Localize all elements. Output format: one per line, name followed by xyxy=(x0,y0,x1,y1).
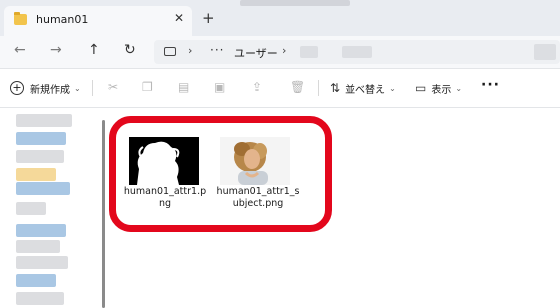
new-button[interactable]: + 新規作成 ⌄ xyxy=(10,80,81,96)
sidebar-item[interactable] xyxy=(16,274,56,287)
file-name: human01_attr1.p ng xyxy=(123,186,207,210)
back-icon[interactable]: ← xyxy=(14,42,26,58)
sidebar-item[interactable] xyxy=(16,132,66,145)
chevron-down-icon: ⌄ xyxy=(389,83,396,93)
address-bar[interactable]: › ··· ユーザー › xyxy=(154,40,560,64)
file-name: human01_attr1_s ubject.png xyxy=(216,186,300,210)
close-tab-icon[interactable]: ✕ xyxy=(174,11,184,25)
sidebar-item[interactable] xyxy=(16,114,72,127)
sidebar-item[interactable] xyxy=(16,240,60,253)
file-name-line: human01_attr1.p xyxy=(123,186,207,197)
sidebar-item[interactable] xyxy=(16,182,70,195)
tab-strip: human01 ✕ + xyxy=(0,0,560,36)
sidebar-item[interactable] xyxy=(16,256,68,269)
file-name-line: ubject.png xyxy=(232,198,284,209)
chevron-right-icon[interactable]: › xyxy=(188,44,192,57)
view-label: 表示 xyxy=(431,84,452,96)
sidebar-item[interactable] xyxy=(16,292,64,305)
sidebar-item[interactable] xyxy=(16,168,56,181)
chevron-down-icon: ⌄ xyxy=(74,83,81,93)
sidebar-scrollbar[interactable] xyxy=(102,120,105,308)
rename-icon[interactable]: ▣ xyxy=(214,80,225,94)
new-button-label: 新規作成 xyxy=(30,84,70,96)
separator xyxy=(92,80,93,96)
plus-icon: + xyxy=(10,81,24,95)
tab-human01[interactable]: human01 ✕ xyxy=(4,6,192,36)
view-icon: ▭ xyxy=(415,81,427,95)
file-name-line: human01_attr1_s xyxy=(216,186,300,197)
breadcrumb-user[interactable]: ユーザー xyxy=(234,45,278,61)
sort-button[interactable]: ⇅ 並べ替え ⌄ xyxy=(330,80,396,96)
sidebar-item[interactable] xyxy=(16,224,66,237)
separator xyxy=(318,80,319,96)
blurred-path xyxy=(534,44,556,60)
paste-icon[interactable]: ▤ xyxy=(178,80,189,94)
sidebar-item[interactable] xyxy=(16,202,46,215)
blurred-area xyxy=(240,0,350,6)
file-thumbnail xyxy=(129,137,199,185)
cut-icon[interactable]: ✂ xyxy=(108,80,118,94)
more-options-icon[interactable]: ··· xyxy=(481,77,500,93)
view-button[interactable]: ▭ 表示 ⌄ xyxy=(415,80,462,96)
computer-icon xyxy=(164,47,176,56)
refresh-icon[interactable]: ↻ xyxy=(124,42,136,58)
folder-icon xyxy=(14,12,27,25)
tab-title: human01 xyxy=(36,13,89,26)
sidebar-item[interactable] xyxy=(16,150,64,163)
sort-label: 並べ替え xyxy=(345,84,386,96)
file-name-line: ng xyxy=(158,198,172,209)
share-icon[interactable]: ⇪ xyxy=(252,80,262,94)
sort-icon: ⇅ xyxy=(330,81,341,95)
blurred-path xyxy=(342,46,372,58)
command-bar: + 新規作成 ⌄ ✂ ❐ ▤ ▣ ⇪ 🗑 ⇅ 並べ替え ⌄ ▭ 表示 ⌄ ··· xyxy=(0,69,560,107)
path-overflow-button[interactable]: ··· xyxy=(210,43,224,57)
up-icon[interactable]: ↑ xyxy=(88,42,100,58)
chevron-right-icon[interactable]: › xyxy=(282,44,286,57)
chevron-down-icon: ⌄ xyxy=(455,83,463,93)
new-tab-icon[interactable]: + xyxy=(202,9,215,27)
forward-icon[interactable]: → xyxy=(50,42,62,58)
navigation-pane xyxy=(0,108,102,308)
navigation-bar: ← → ↑ ↻ › ··· ユーザー › xyxy=(0,36,560,68)
file-thumbnail xyxy=(220,137,290,185)
blurred-path xyxy=(300,46,318,58)
copy-icon[interactable]: ❐ xyxy=(142,80,153,94)
delete-icon[interactable]: 🗑 xyxy=(290,80,305,94)
